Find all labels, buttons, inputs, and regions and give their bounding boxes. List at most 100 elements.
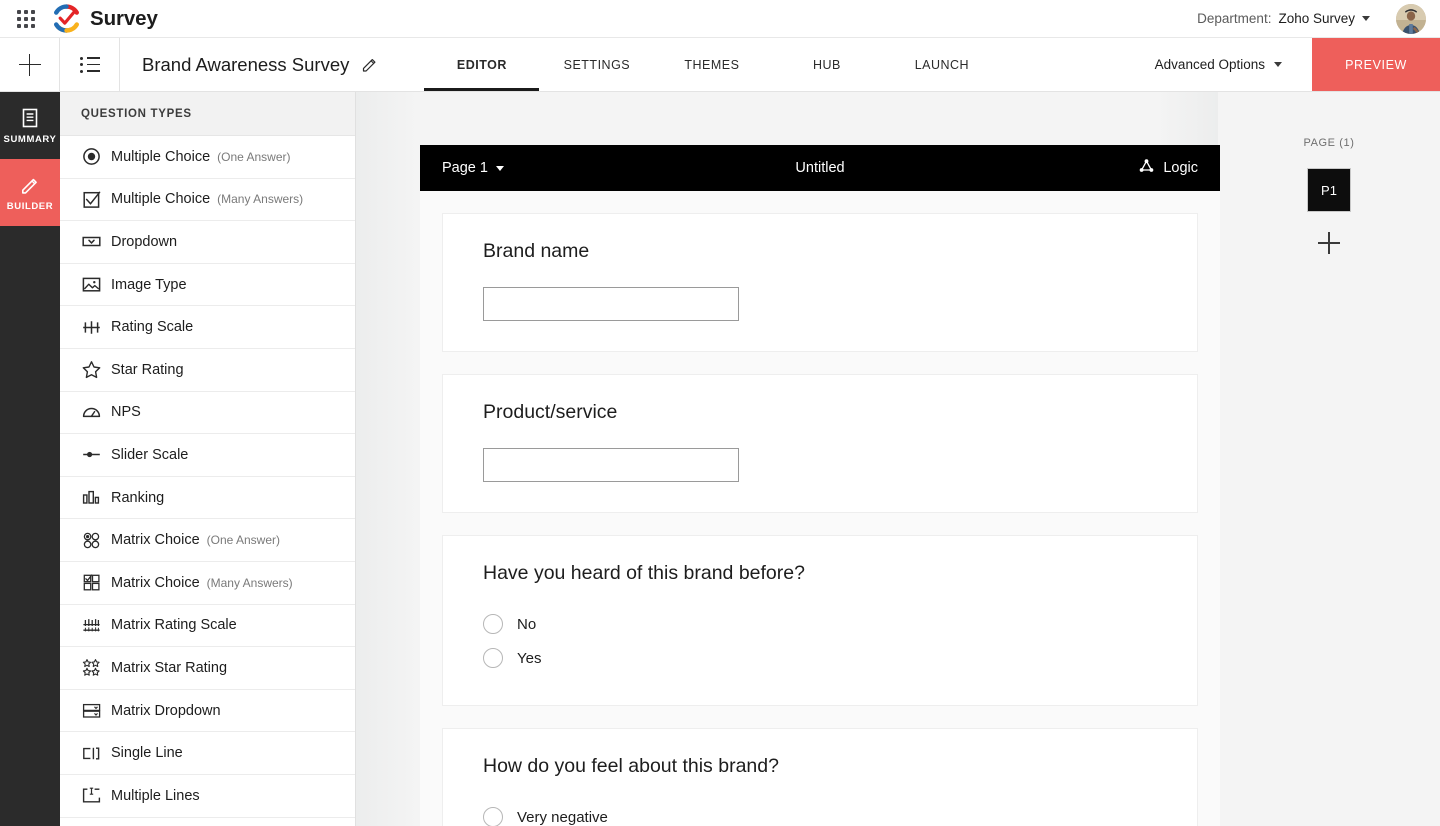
question-type-label: Ranking [111,489,165,506]
question-type-label: Dropdown [111,233,178,250]
tab-editor[interactable]: EDITOR [424,38,540,91]
question-type-label: Slider Scale [111,446,189,463]
tab-label: LAUNCH [914,57,970,72]
page-selector-label: Page 1 [442,160,488,176]
question-card[interactable]: Have you heard of this brand before? No … [442,535,1198,706]
dropdown-icon [81,231,111,252]
question-title: Brand name [483,240,590,262]
pencil-icon[interactable] [361,56,378,73]
question-type-rating-scale[interactable]: Rating Scale [60,306,355,349]
radio-filled-icon [81,146,111,167]
single-line-icon [81,743,111,764]
waffle-grid-icon [17,9,35,28]
answer-text-input[interactable] [483,448,739,482]
question-type-label: Multiple Choice [111,191,211,208]
question-type-matrix-choice-many[interactable]: Matrix Choice (Many Answers) [60,562,355,605]
question-type-ranking[interactable]: Ranking [60,477,355,520]
nav-bar-right: Advanced Options PREVIEW [1125,38,1440,91]
image-icon [81,274,111,295]
chevron-down-icon [1362,16,1370,21]
question-type-sublabel: (One Answer) [217,149,291,164]
question-type-matrix-choice-one[interactable]: Matrix Choice (One Answer) [60,519,355,562]
option-row[interactable]: Very negative [483,800,1157,826]
logic-button[interactable]: Logic [1138,158,1198,178]
pages-panel: PAGE (1) P1 [1218,92,1440,826]
tab-label: SETTINGS [563,57,631,72]
matrix-radio-icon [81,530,111,551]
list-icon [79,56,100,73]
plus-icon [18,53,41,76]
survey-list-button[interactable] [60,38,120,91]
rail-item-summary[interactable]: SUMMARY [0,92,60,159]
advanced-options-button[interactable]: Advanced Options [1125,38,1312,91]
tab-settings[interactable]: SETTINGS [539,38,654,91]
page-title: Brand Awareness Survey [142,53,350,75]
radio-icon[interactable] [483,614,503,634]
question-type-multiple-choice-many[interactable]: Multiple Choice (Many Answers) [60,179,355,222]
left-rail: SUMMARY BUILDER [0,92,60,826]
nav-bar: Brand Awareness Survey EDITOR SETTINGS T… [0,38,1440,92]
question-type-slider-scale[interactable]: Slider Scale [60,434,355,477]
question-type-matrix-star-rating[interactable]: Matrix Star Rating [60,647,355,690]
option-label: Yes [517,649,542,667]
rail-item-label: SUMMARY [3,133,57,145]
avatar[interactable] [1396,3,1426,34]
app-switcher-button[interactable] [0,0,52,38]
question-card[interactable]: How do you feel about this brand? Very n… [442,728,1198,826]
question-type-label: Matrix Star Rating [111,659,228,676]
multiple-lines-icon [81,785,111,806]
question-types-header: QUESTION TYPES [60,92,355,136]
question-type-image-type[interactable]: Image Type [60,264,355,307]
matrix-rating-icon [81,615,111,636]
rail-item-label: BUILDER [6,200,54,212]
slider-icon [81,444,111,465]
page-selector[interactable]: Page 1 [442,160,504,176]
top-bar-right: Department: Zoho Survey [1197,3,1440,34]
question-type-label: Image Type [111,276,187,293]
question-type-label: Matrix Choice [111,532,200,549]
question-type-star-rating[interactable]: Star Rating [60,349,355,392]
logic-triangle-icon [1138,158,1155,178]
radio-icon[interactable] [483,807,503,826]
option-row[interactable]: Yes [483,641,1157,675]
tab-label: EDITOR [456,57,507,72]
question-type-label: Matrix Rating Scale [111,617,237,634]
zoho-survey-logo [52,4,81,33]
question-type-matrix-dropdown[interactable]: Matrix Dropdown [60,690,355,733]
new-survey-button[interactable] [0,38,60,91]
question-type-single-line[interactable]: Single Line [60,732,355,775]
question-type-matrix-rating-scale[interactable]: Matrix Rating Scale [60,605,355,648]
question-type-dropdown[interactable]: Dropdown [60,221,355,264]
sheet-title: Untitled [795,160,845,176]
department-selector[interactable]: Zoho Survey [1278,11,1370,26]
matrix-star-icon [81,657,111,678]
tab-themes[interactable]: THEMES [654,38,769,91]
preview-button[interactable]: PREVIEW [1312,38,1440,91]
tab-label: HUB [812,57,841,72]
question-card[interactable]: Brand name [442,213,1198,352]
page-thumbnail-p1[interactable]: P1 [1307,168,1351,212]
question-card[interactable]: Product/service [442,374,1198,513]
option-row[interactable]: No [483,607,1157,641]
tab-hub[interactable]: HUB [769,38,884,91]
survey-sheet: Page 1 Untitled Logic Brand name Product… [420,145,1220,826]
matrix-checkbox-icon [81,572,111,593]
brand[interactable]: Survey [52,4,158,33]
question-title: Product/service [483,401,618,423]
question-type-multiple-lines[interactable]: Multiple Lines [60,775,355,818]
rail-item-builder[interactable]: BUILDER [0,159,60,226]
chevron-down-icon [495,165,504,171]
pencil-icon [19,174,41,196]
question-type-nps[interactable]: NPS [60,392,355,435]
question-title: Have you heard of this brand before? [483,562,805,584]
app-root: Survey Department: Zoho Survey Brand Awa… [0,0,1440,826]
tab-launch[interactable]: LAUNCH [884,38,999,91]
advanced-options-label: Advanced Options [1154,57,1265,72]
question-type-label: Matrix Dropdown [111,702,221,719]
ranking-bars-icon [81,487,111,508]
radio-icon[interactable] [483,648,503,668]
question-type-multiple-choice-one[interactable]: Multiple Choice (One Answer) [60,136,355,179]
answer-text-input[interactable] [483,287,739,321]
add-page-button[interactable] [1318,232,1340,254]
question-types-list[interactable]: Multiple Choice (One Answer) Multiple Ch… [60,136,355,826]
